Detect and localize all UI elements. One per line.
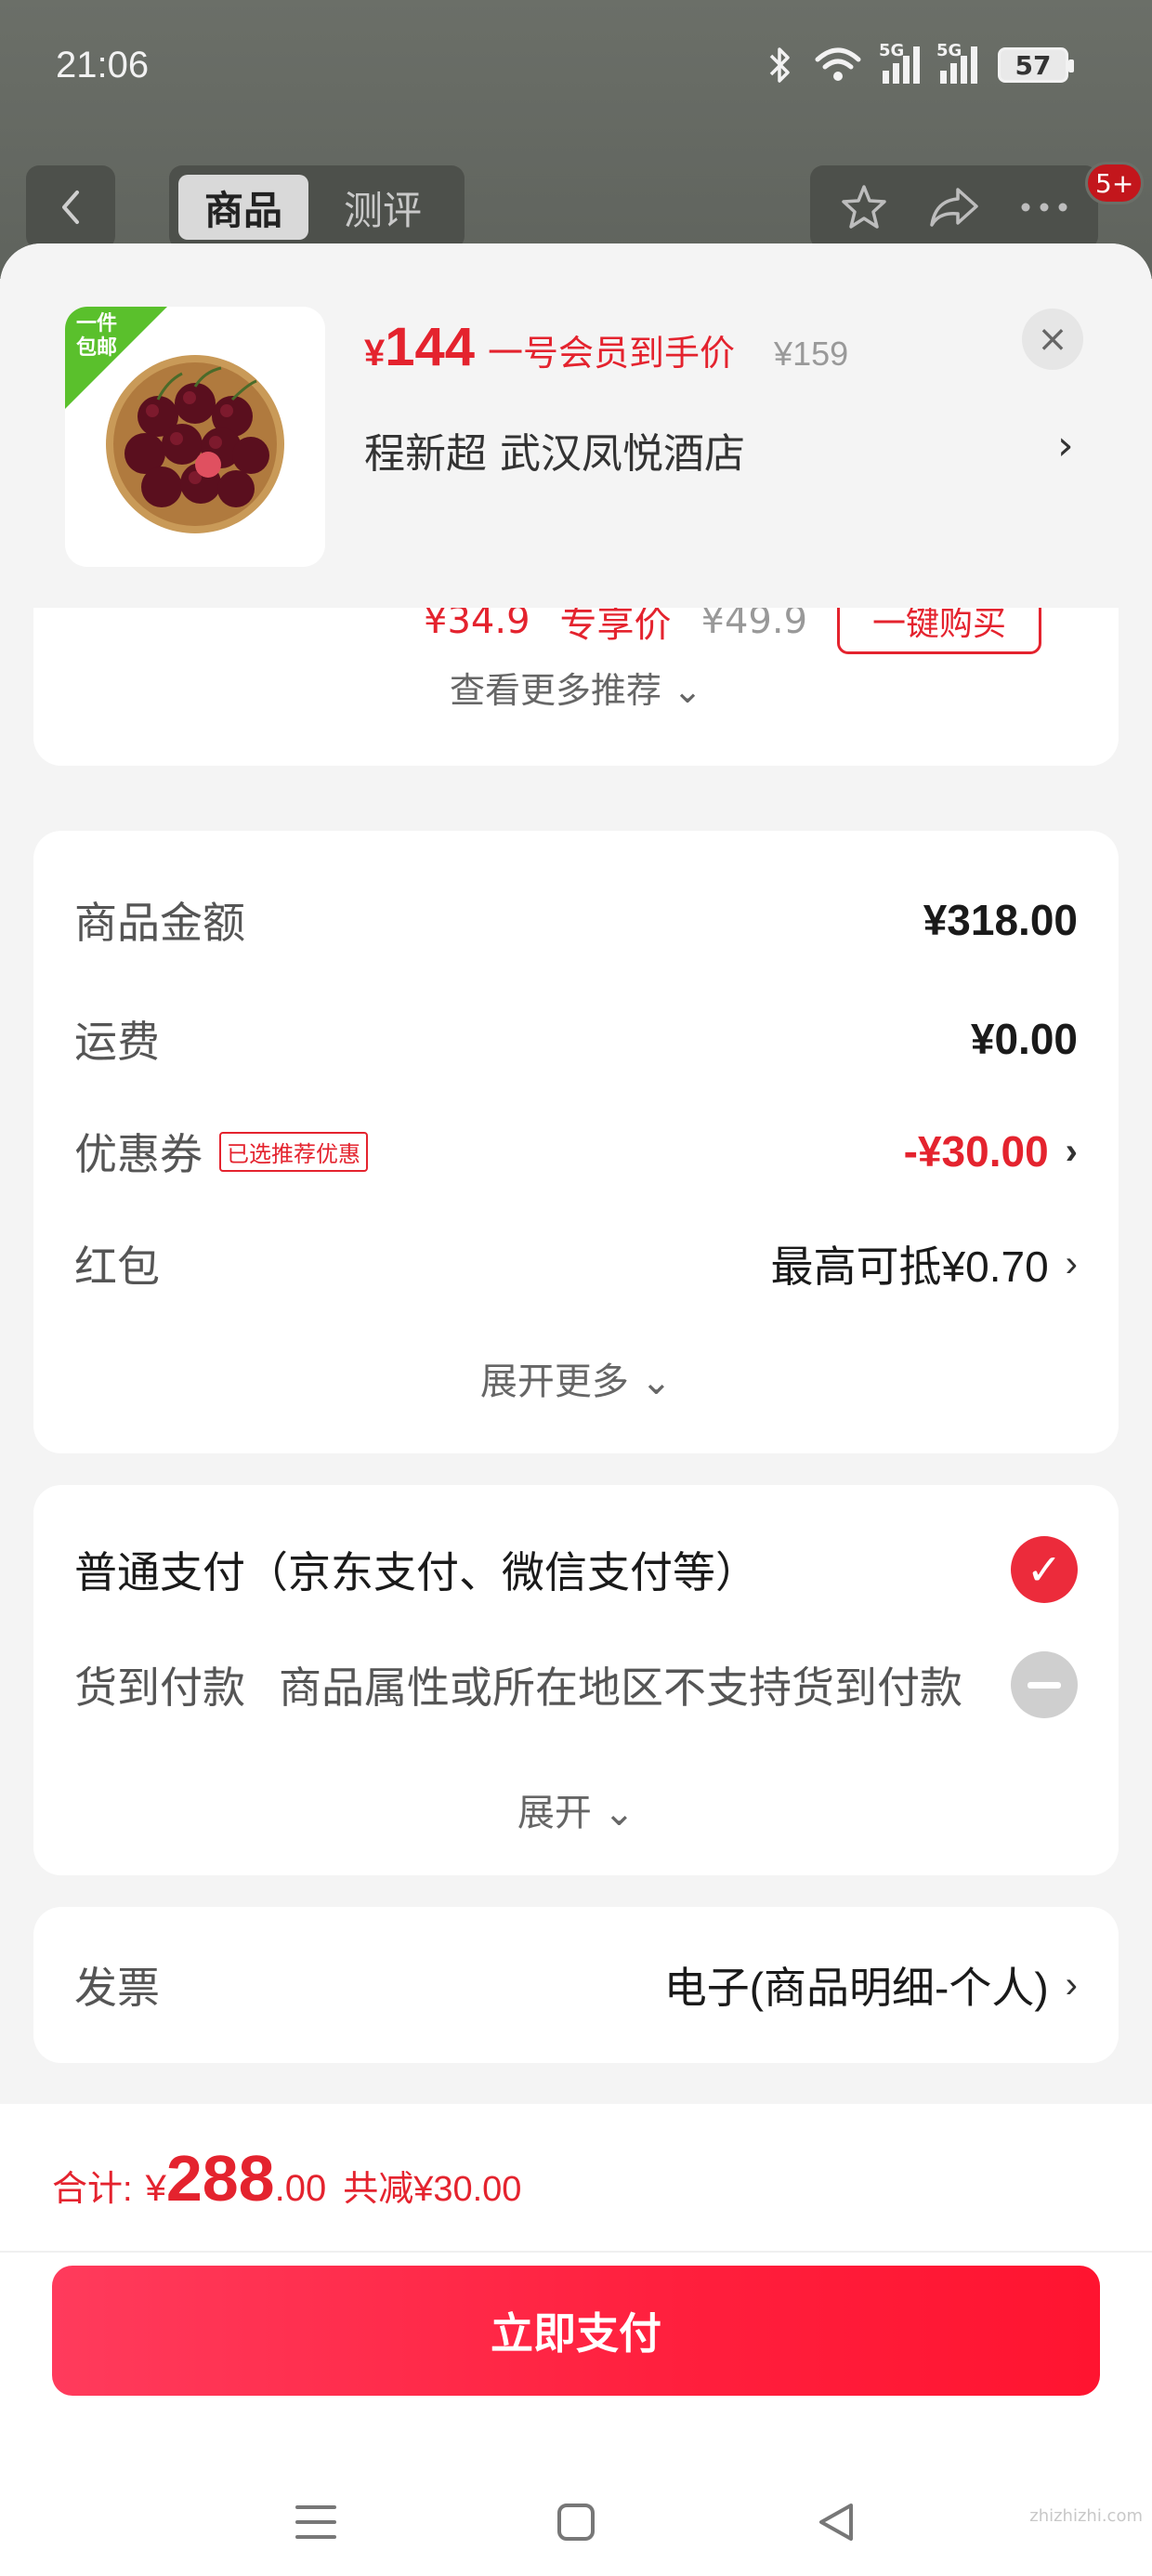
normal-payment-label: 普通支付（京东支付、微信支付等）: [74, 1547, 758, 1597]
free-shipping-label: 一件包邮: [76, 312, 118, 360]
member-price-label: 一号会员到手价: [488, 333, 736, 374]
total-integer: 288: [165, 2142, 275, 2215]
signal-strength-icon-2: 5G: [936, 41, 977, 84]
product-header: 一件包邮 ¥144 一号会员到手价 ¥159 程新超 武汉凤悦酒店 › ×: [0, 243, 1152, 608]
pay-now-button[interactable]: 立即支付: [52, 2266, 1100, 2396]
more-recommendations-link[interactable]: 查看更多推荐 ⌄: [33, 662, 1119, 713]
coupon-selected-tag: 已选推荐优惠: [219, 1131, 368, 1172]
star-icon[interactable]: [838, 181, 890, 233]
total-label: 合计:: [52, 2170, 133, 2209]
payment-method-card: 普通支付（京东支付、微信支付等） ✓ 货到付款 商品属性或所在地区不支持货到付款 …: [33, 1485, 1119, 1875]
status-icons: 5G 5G 57: [766, 41, 1074, 85]
nav-actions: [810, 165, 1098, 249]
invoice-card[interactable]: 发票 电子(商品明细-个人) ›: [33, 1907, 1119, 2063]
message-count-badge: 5+: [1085, 162, 1145, 204]
bluetooth-icon: [769, 47, 790, 83]
redpacket-label: 红包: [74, 1242, 160, 1292]
payment-option-cod: 货到付款 商品属性或所在地区不支持货到付款: [74, 1643, 1078, 1727]
system-navigation-bar: [0, 2485, 1152, 2559]
invoice-label: 发票: [74, 1963, 160, 2013]
back-button[interactable]: [26, 165, 115, 249]
close-button[interactable]: ×: [1022, 309, 1083, 370]
chevron-down-icon: ⌄: [673, 670, 702, 711]
chevron-right-icon: ›: [1065, 1242, 1078, 1284]
total-currency: ¥: [145, 2168, 166, 2209]
back-triangle-icon[interactable]: [814, 2500, 858, 2544]
status-bar: 21:06 5G 5G 57: [0, 0, 1152, 139]
invoice-value: 电子(商品明细-个人) ›: [663, 1964, 1078, 2012]
redpacket-value: 最高可抵¥0.70 ›: [770, 1242, 1078, 1291]
home-icon[interactable]: [554, 2500, 598, 2544]
member-price: ¥144: [364, 317, 476, 377]
subtotal-value: ¥318.00: [923, 896, 1078, 944]
cod-note: 商品属性或所在地区不支持货到付款: [279, 1663, 962, 1713]
menu-icon[interactable]: [294, 2502, 338, 2543]
total-saved: 共减¥30.00: [343, 2170, 522, 2209]
expand-payment-link[interactable]: 展开 ⌄: [33, 1782, 1119, 1836]
coupon-label: 优惠券 已选推荐优惠: [74, 1121, 368, 1182]
chevron-left-icon: [62, 191, 79, 224]
shipping-value: ¥0.00: [970, 1015, 1078, 1063]
shop-name[interactable]: 程新超 武汉凤悦酒店: [364, 420, 745, 480]
total-decimal: .00: [274, 2168, 327, 2209]
summary-row-shipping: 运费 ¥0.00: [74, 1002, 1078, 1076]
more-icon[interactable]: [1018, 198, 1070, 217]
divider: [0, 2251, 1152, 2253]
price-summary-card: 商品金额 ¥318.00 运费 ¥0.00 优惠券 已选推荐优惠 -¥30.00 ›…: [33, 831, 1119, 1453]
summary-row-subtotal: 商品金额 ¥318.00: [74, 883, 1078, 957]
invoice-row: 发票 电子(商品明细-个人) ›: [74, 1948, 1078, 2022]
summary-row-redpacket[interactable]: 红包 最高可抵¥0.70 ›: [74, 1227, 1078, 1301]
share-icon[interactable]: [926, 184, 982, 230]
chevron-right-icon: ›: [1065, 1130, 1078, 1172]
chevron-down-icon: ⌄: [640, 1360, 673, 1403]
checkout-footer: 合计: ¥ 288 .00 共减¥30.00 立即支付 zhizhizhi.co…: [0, 2104, 1152, 2576]
shipping-label: 运费: [74, 1017, 160, 1067]
watermark: zhizhizhi.com: [1029, 2506, 1143, 2526]
checkmark-icon[interactable]: ✓: [1011, 1536, 1078, 1603]
coupon-value: -¥30.00 ›: [903, 1127, 1078, 1176]
status-time: 21:06: [56, 45, 150, 85]
expand-more-link[interactable]: 展开更多 ⌄: [33, 1351, 1119, 1405]
summary-row-coupon[interactable]: 优惠券 已选推荐优惠 -¥30.00 ›: [74, 1114, 1078, 1189]
price-row: ¥144 一号会员到手价 ¥159: [364, 316, 848, 378]
chevron-down-icon: ⌄: [603, 1792, 635, 1834]
nav-tabs: 商品 测评: [169, 165, 465, 249]
battery-icon: 57: [998, 47, 1074, 83]
chevron-right-icon: ›: [1065, 1964, 1078, 2005]
product-thumbnail: 一件包邮: [65, 307, 325, 567]
close-icon: ×: [1037, 318, 1068, 361]
tab-review[interactable]: 测评: [318, 175, 448, 240]
subtotal-label: 商品金额: [74, 898, 245, 948]
disabled-icon: [1011, 1651, 1078, 1718]
signal-strength-icon: 5G: [879, 41, 920, 84]
tab-product[interactable]: 商品: [178, 175, 309, 240]
wifi-icon: [815, 47, 861, 81]
order-total: 合计: ¥ 288 .00 共减¥30.00: [52, 2141, 521, 2215]
original-price: ¥159: [774, 335, 849, 373]
chevron-right-icon[interactable]: ›: [1057, 422, 1074, 469]
payment-option-normal[interactable]: 普通支付（京东支付、微信支付等） ✓: [74, 1528, 1078, 1611]
cod-label: 货到付款 商品属性或所在地区不支持货到付款: [74, 1663, 962, 1713]
